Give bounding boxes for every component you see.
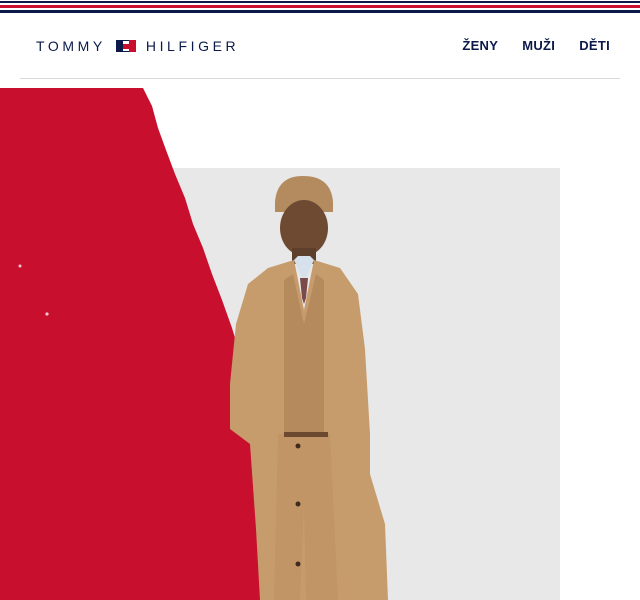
navy-stripe-lower [0, 10, 640, 13]
nav-item-zeny[interactable]: ŽENY [462, 38, 498, 53]
flag-icon [115, 40, 136, 52]
main-navigation: ŽENY MUŽI DĚTI [462, 38, 610, 53]
site-header: TOMMY HILFIGER ŽENY MUŽI DĚTI [20, 14, 620, 79]
navy-stripe [0, 1, 640, 3]
brand-name-left: TOMMY [36, 38, 106, 54]
model-figure-image [230, 176, 388, 600]
nav-item-muzi[interactable]: MUŽI [522, 38, 555, 53]
brand-logo[interactable]: TOMMY HILFIGER [36, 38, 239, 54]
brand-name-right: HILFIGER [145, 38, 240, 54]
hero-banner[interactable] [0, 88, 640, 600]
nav-item-deti[interactable]: DĚTI [579, 38, 610, 53]
brand-stripe-bar [0, 0, 640, 14]
red-stripe [0, 5, 640, 8]
